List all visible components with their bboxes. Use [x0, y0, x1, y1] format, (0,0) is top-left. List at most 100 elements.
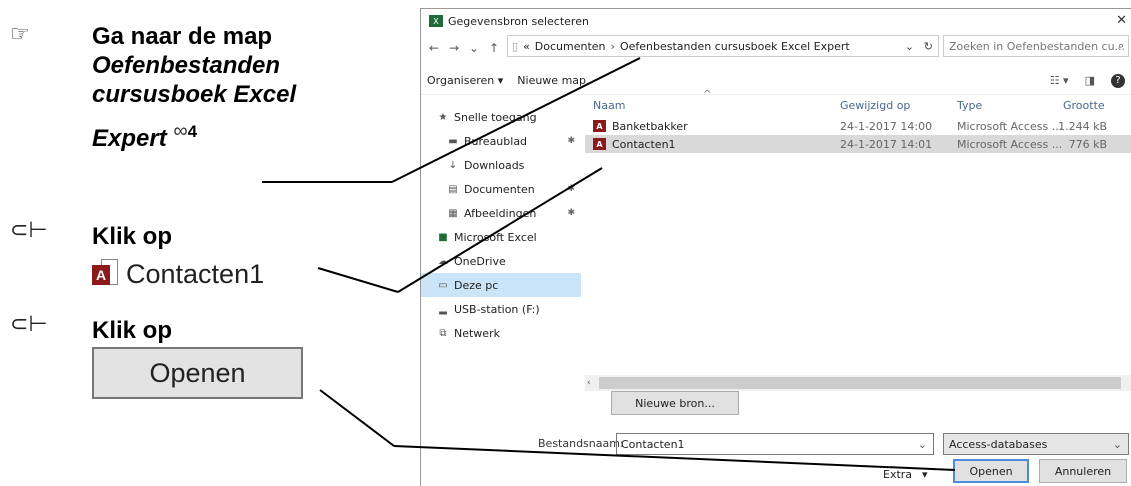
title-bar: X Gegevensbron selecteren ✕: [421, 9, 1131, 33]
step1-line3: cursusboek Excel: [92, 81, 297, 108]
select-data-source-dialog: X Gegevensbron selecteren ✕ ← → ⌄ ↑ ▯ « …: [420, 8, 1131, 486]
nav-onedrive[interactable]: ☁ OneDrive: [421, 249, 581, 273]
desktop-icon: ▬: [448, 135, 458, 147]
file-row-selected[interactable]: A Contacten1 24-1-2017 14:01 Microsoft Ac…: [585, 135, 1131, 153]
chevron-down-icon[interactable]: ⌄: [467, 41, 481, 55]
file-date: 24-1-2017 14:01: [840, 137, 933, 151]
help-icon[interactable]: ?: [1111, 73, 1125, 88]
nav-microsoft-excel[interactable]: ■ Microsoft Excel: [421, 225, 581, 249]
pointing-hand-icon: ☞: [10, 22, 30, 47]
cancel-button[interactable]: Annuleren: [1039, 459, 1127, 483]
step1-line2: Oefenbestanden: [92, 52, 281, 79]
nav-label: OneDrive: [454, 254, 506, 268]
nav-label: Afbeeldingen: [464, 206, 537, 220]
access-file-icon: A: [92, 259, 118, 289]
computer-icon: ▭: [438, 279, 448, 291]
picture-icon: ▦: [448, 207, 458, 219]
nav-documents[interactable]: ▤ Documenten ✱: [421, 177, 581, 201]
step3-label: Klik op: [92, 317, 173, 344]
file-example: A Contacten1: [92, 254, 264, 294]
nav-label: Documenten: [464, 182, 535, 196]
folder-icon: ▯: [512, 39, 519, 53]
toolbar: Organiseren ▾ Nieuwe map ☷ ▾ ◨ ?: [421, 67, 1131, 95]
chevron-down-icon[interactable]: ⌄: [918, 438, 927, 451]
file-list: ^ Naam Gewijzigd op Type Grootte A Banket…: [585, 89, 1131, 383]
button-example: Openen: [92, 347, 303, 399]
path-overflow[interactable]: «: [523, 40, 530, 53]
dialog-title: Gegevensbron selecteren: [448, 14, 589, 28]
column-type[interactable]: Type: [957, 99, 982, 112]
network-icon: ⧉: [439, 327, 447, 339]
step1-line1: Ga naar de map: [92, 23, 273, 50]
refresh-icon[interactable]: ↻: [924, 40, 933, 53]
chevron-right-icon: ›: [610, 39, 615, 53]
new-source-button[interactable]: Nieuwe bron...: [611, 391, 739, 415]
pin-icon: ✱: [567, 208, 575, 218]
search-placeholder: Zoeken in Oefenbestanden cu...: [949, 39, 1126, 53]
file-example-name: Contacten1: [126, 258, 265, 289]
filter-value: Access-databases: [949, 437, 1048, 451]
file-type-filter[interactable]: Access-databases ⌄: [943, 433, 1129, 455]
file-size: 776 kB: [1068, 137, 1107, 151]
nav-usb-drive[interactable]: ▂ USB-station (F:): [421, 297, 581, 321]
nav-label: Snelle toegang: [454, 110, 537, 124]
navigation-pane: ★ Snelle toegang ▬ Bureaublad ✱ ↓ Downloads …: [421, 105, 581, 395]
search-icon[interactable]: ⌕: [1118, 39, 1124, 53]
step1-badge: 4: [187, 122, 198, 141]
close-icon[interactable]: ✕: [1116, 13, 1127, 28]
file-name: Banketbakker: [612, 119, 688, 133]
step2-label: Klik op: [92, 223, 173, 250]
excel-icon: ■: [438, 231, 448, 243]
view-options-icon[interactable]: ☷ ▾: [1050, 74, 1069, 87]
cloud-icon: ☁: [438, 255, 448, 267]
open-button[interactable]: Openen: [953, 459, 1029, 483]
nav-label: Deze pc: [454, 278, 499, 292]
chevron-down-icon[interactable]: ⌄: [905, 40, 914, 53]
organize-menu[interactable]: Organiseren ▾: [427, 74, 503, 87]
filename-label: Bestandsnaam:: [538, 437, 624, 450]
file-name: Contacten1: [612, 137, 676, 151]
column-headers: ^ Naam Gewijzigd op Type Grootte: [585, 89, 1131, 117]
column-date[interactable]: Gewijzigd op: [840, 99, 910, 112]
nav-pictures[interactable]: ▦ Afbeeldingen ✱: [421, 201, 581, 225]
scroll-left-icon[interactable]: ‹: [587, 378, 591, 388]
nav-this-pc[interactable]: ▭ Deze pc: [421, 273, 581, 297]
sort-arrow-icon: ^: [703, 89, 712, 100]
nav-quick-access[interactable]: ★ Snelle toegang: [421, 105, 581, 129]
preview-pane-icon[interactable]: ◨: [1085, 74, 1095, 87]
star-icon: ★: [438, 111, 448, 123]
nav-network[interactable]: ⧉ Netwerk: [421, 321, 581, 345]
file-row[interactable]: A Banketbakker 24-1-2017 14:00 Microsoft …: [585, 117, 1131, 135]
extra-menu[interactable]: Extra ▾: [883, 463, 941, 485]
nav-label: Downloads: [464, 158, 525, 172]
nav-downloads[interactable]: ↓ Downloads: [421, 153, 581, 177]
up-icon[interactable]: ↑: [487, 41, 501, 55]
search-input[interactable]: Zoeken in Oefenbestanden cu... ⌕: [943, 35, 1129, 57]
address-bar: ← → ⌄ ↑ ▯ « Documenten › Oefenbestanden …: [421, 35, 1131, 61]
file-date: 24-1-2017 14:00: [840, 119, 933, 133]
footsteps-icon: ∞: [173, 120, 188, 142]
new-folder-button[interactable]: Nieuwe map: [517, 74, 586, 87]
chevron-down-icon[interactable]: ⌄: [1113, 438, 1122, 451]
column-size[interactable]: Grootte: [1063, 99, 1105, 112]
filename-input[interactable]: Contacten1 ⌄: [616, 433, 934, 455]
horizontal-scrollbar[interactable]: ‹: [585, 375, 1131, 391]
usb-drive-icon: ▂: [439, 303, 447, 315]
back-icon[interactable]: ←: [427, 41, 441, 55]
filename-value: Contacten1: [621, 437, 685, 451]
instruction-panel: ☞ Ga naar de map Oefenbestanden cursusbo…: [0, 0, 420, 486]
access-file-icon: A: [593, 120, 606, 132]
forward-icon[interactable]: →: [447, 41, 461, 55]
nav-label: Microsoft Excel: [454, 230, 537, 244]
step-goto-folder: Ga naar de map Oefenbestanden cursusboek…: [92, 22, 296, 153]
nav-desktop[interactable]: ▬ Bureaublad ✱: [421, 129, 581, 153]
breadcrumb-documenten[interactable]: Documenten: [535, 40, 606, 53]
access-file-icon: A: [593, 138, 606, 150]
path-field[interactable]: ▯ « Documenten › Oefenbestanden cursusbo…: [507, 35, 939, 57]
column-name[interactable]: Naam: [593, 99, 625, 112]
file-size: 1.244 kB: [1058, 119, 1107, 133]
mouse-icon: ⊂⊢: [10, 312, 48, 337]
document-icon: ▤: [448, 183, 458, 195]
breadcrumb-current[interactable]: Oefenbestanden cursusboek Excel Expert: [620, 40, 850, 53]
scrollbar-thumb[interactable]: [599, 377, 1121, 389]
